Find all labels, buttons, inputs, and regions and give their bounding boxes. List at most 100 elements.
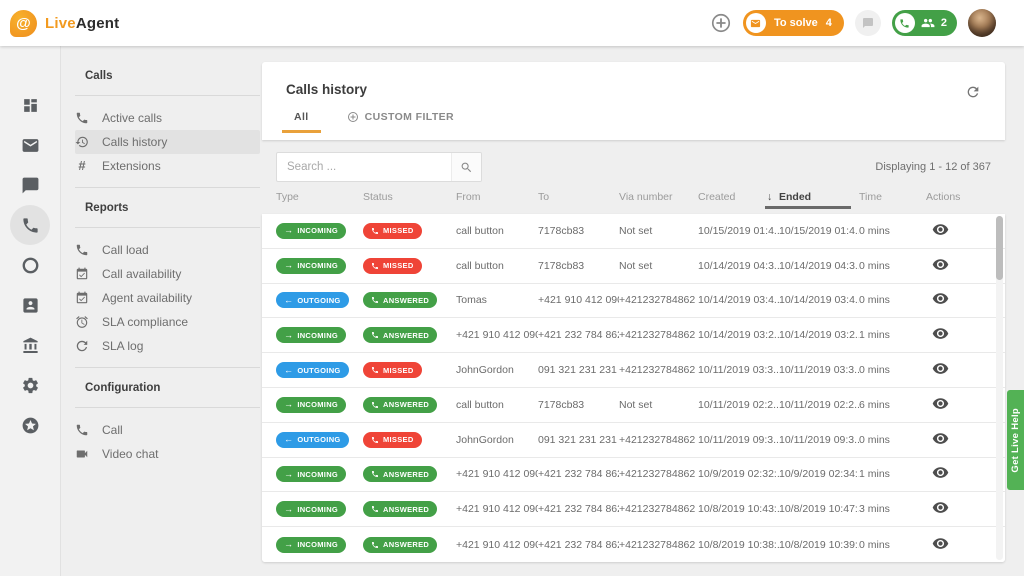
page-title: Calls history bbox=[286, 82, 368, 97]
col-header-from[interactable]: From bbox=[456, 191, 538, 203]
col-header-type[interactable]: Type bbox=[276, 191, 363, 203]
sidebar-item-label: Agent availability bbox=[102, 291, 193, 305]
cell-created: 10/9/2019 02:32:... bbox=[698, 468, 779, 481]
chat-bubble-icon bbox=[862, 18, 873, 28]
view-call-button[interactable] bbox=[932, 535, 949, 552]
table-row[interactable]: → INCOMING ANSWERED +421 910 412 090 +421 23… bbox=[262, 457, 1005, 493]
table-row[interactable]: ← OUTGOING MISSED JohnGordon 091 321 231 231… bbox=[262, 353, 1005, 388]
view-call-button[interactable] bbox=[932, 499, 949, 516]
people-icon bbox=[921, 18, 935, 28]
search-button[interactable] bbox=[451, 153, 481, 181]
scrollbar-thumb[interactable] bbox=[996, 216, 1003, 280]
table-row[interactable]: → INCOMING ANSWERED +421 910 412 090 +421 23… bbox=[262, 492, 1005, 528]
col-header-to[interactable]: To bbox=[538, 191, 619, 203]
sidebar-item-calls-history[interactable]: Calls history bbox=[75, 130, 260, 154]
table-row[interactable]: → INCOMING ANSWERED +421 910 412 090 +421 23… bbox=[262, 318, 1005, 354]
outgoing-arrow-icon: ← bbox=[284, 364, 294, 375]
col-header-actions[interactable]: Actions bbox=[926, 191, 991, 203]
view-call-button[interactable] bbox=[932, 360, 949, 377]
update-icon bbox=[75, 339, 89, 353]
call-status-badge: ANSWERED bbox=[363, 327, 438, 344]
call-status-badge: MISSED bbox=[363, 257, 422, 274]
new-item-button[interactable] bbox=[710, 12, 732, 34]
table-scrollbar[interactable] bbox=[996, 216, 1003, 560]
table-row[interactable]: → INCOMING MISSED call button 7178cb83 Not se… bbox=[262, 214, 1005, 249]
cell-time: 3 mins bbox=[859, 503, 890, 516]
sidebar-item-sla-log[interactable]: SLA log bbox=[75, 334, 260, 358]
table-row[interactable]: ← OUTGOING ANSWERED Tomas +421 910 412 090 +4… bbox=[262, 283, 1005, 319]
view-call-button[interactable] bbox=[932, 221, 949, 238]
rail-item-contacts[interactable] bbox=[10, 285, 50, 325]
sidebar-item-extensions[interactable]: # Extensions bbox=[75, 154, 260, 178]
divider bbox=[75, 367, 260, 368]
cell-via: +421232784862 bbox=[619, 433, 696, 446]
rail-item-calls[interactable] bbox=[10, 205, 50, 245]
search-input[interactable] bbox=[277, 153, 451, 181]
rail-item-customer-portal[interactable] bbox=[10, 325, 50, 365]
sidebar-item-call-availability[interactable]: Call availability bbox=[75, 262, 260, 286]
call-status-badge: MISSED bbox=[363, 222, 422, 239]
phone-icon bbox=[372, 541, 378, 548]
sidebar-section-title: Reports bbox=[85, 202, 129, 214]
cell-time: 0 mins bbox=[859, 259, 890, 272]
cell-time: 0 mins bbox=[859, 538, 890, 551]
sidebar-item-label: Call bbox=[102, 423, 123, 437]
rail-item-tickets[interactable] bbox=[10, 125, 50, 165]
sidebar-item-call[interactable]: Call bbox=[75, 418, 260, 442]
view-call-button[interactable] bbox=[932, 256, 949, 273]
plus-circle-icon bbox=[347, 112, 358, 122]
refresh-button[interactable] bbox=[965, 84, 981, 100]
table-row[interactable]: ← OUTGOING MISSED JohnGordon 091 321 231 231… bbox=[262, 422, 1005, 458]
tab-custom-filter[interactable]: CUSTOM FILTER bbox=[335, 111, 466, 133]
sidebar-item-video-chat[interactable]: Video chat bbox=[75, 442, 260, 466]
table-row[interactable]: → INCOMING ANSWERED +421 910 412 090 +421 23… bbox=[262, 527, 1005, 562]
table-row[interactable]: → INCOMING ANSWERED call button 7178cb83 Not … bbox=[262, 387, 1005, 423]
rail-item-addons[interactable] bbox=[10, 405, 50, 445]
top-bar: @ LiveAgent To solve 4 2 bbox=[0, 0, 1024, 46]
call-type-badge: → INCOMING bbox=[276, 536, 347, 553]
sidebar-item-active-calls[interactable]: Active calls bbox=[75, 106, 260, 130]
cell-ended: 10/14/2019 03:4... bbox=[779, 294, 859, 307]
cell-via: Not set bbox=[619, 224, 653, 237]
envelope-icon bbox=[745, 13, 766, 33]
sidebar-item-label: Call load bbox=[102, 243, 149, 257]
view-call-button[interactable] bbox=[932, 395, 949, 412]
tab-all[interactable]: All bbox=[282, 111, 321, 133]
divider bbox=[75, 227, 260, 228]
sidebar-item-label: Extensions bbox=[102, 159, 161, 173]
col-header-status[interactable]: Status bbox=[363, 191, 456, 203]
chats-button[interactable] bbox=[854, 10, 881, 36]
rail-item-chats[interactable] bbox=[10, 165, 50, 205]
phone-icon bbox=[372, 471, 378, 478]
table-row[interactable]: → INCOMING MISSED call button 7178cb83 Not se… bbox=[262, 248, 1005, 284]
call-status-badge: ANSWERED bbox=[363, 536, 438, 553]
view-call-button[interactable] bbox=[932, 464, 949, 481]
cell-to: 091 321 231 231 bbox=[538, 433, 617, 446]
view-call-button[interactable] bbox=[932, 325, 949, 342]
sidebar-section-title: Calls bbox=[85, 70, 113, 82]
sidebar-item-call-load[interactable]: Call load bbox=[75, 238, 260, 262]
rail-item-configuration[interactable] bbox=[10, 365, 50, 405]
sidebar-item-agent-availability[interactable]: Agent availability bbox=[75, 286, 260, 310]
to-solve-count: 4 bbox=[825, 17, 832, 29]
rail-item-social[interactable] bbox=[10, 245, 50, 285]
history-icon bbox=[75, 135, 89, 149]
view-call-button[interactable] bbox=[932, 290, 949, 307]
agents-online-button[interactable]: 2 bbox=[891, 10, 957, 36]
user-avatar[interactable] bbox=[968, 9, 996, 37]
get-live-help-button[interactable]: Get Live Help bbox=[1007, 390, 1024, 490]
col-header-via-number[interactable]: Via number bbox=[619, 191, 698, 203]
call-type-badge: → INCOMING bbox=[276, 222, 347, 239]
phone-icon bbox=[372, 262, 378, 269]
view-call-button[interactable] bbox=[932, 430, 949, 447]
cell-via: +421232784862 bbox=[619, 364, 696, 377]
cell-via: +421232784862 bbox=[619, 329, 696, 342]
cell-created: 10/8/2019 10:38:... bbox=[698, 538, 779, 551]
rail-item-dashboard[interactable] bbox=[10, 85, 50, 125]
to-solve-button[interactable]: To solve 4 bbox=[742, 10, 844, 36]
sidebar-item-sla-compliance[interactable]: SLA compliance bbox=[75, 310, 260, 334]
col-header-time[interactable]: Time bbox=[859, 191, 926, 203]
cell-created: 10/15/2019 01:4... bbox=[698, 224, 779, 237]
col-header-ended[interactable]: ↓ Ended bbox=[765, 191, 859, 209]
sort-desc-icon: ↓ bbox=[767, 191, 773, 203]
